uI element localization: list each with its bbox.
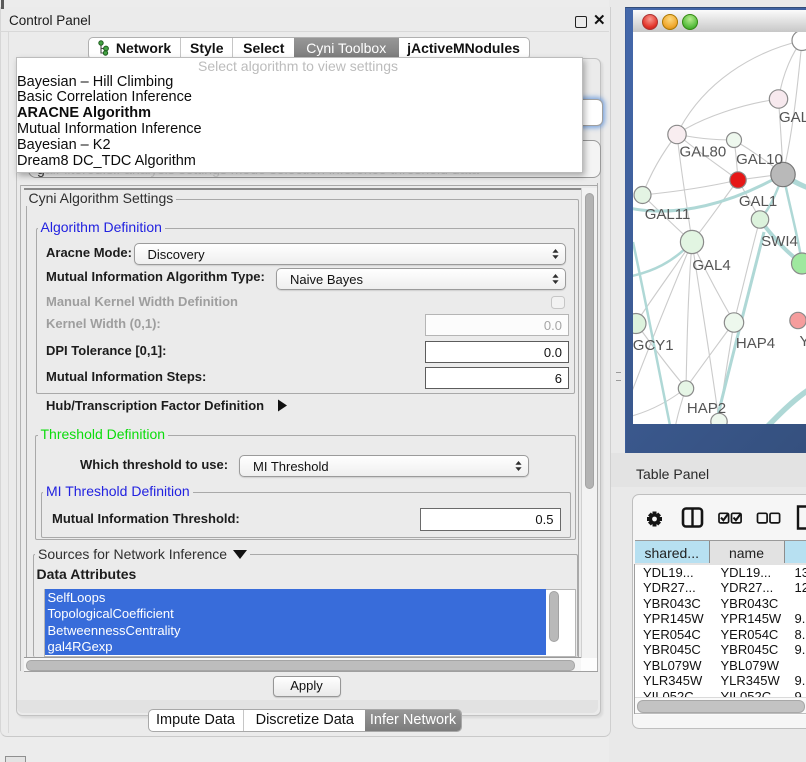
svg-text:GCY1: GCY1 (633, 337, 674, 354)
svg-text:SWI4: SWI4 (761, 233, 798, 250)
svg-text:HAP2: HAP2 (687, 400, 726, 417)
svg-text:GAL11: GAL11 (645, 206, 691, 223)
svg-text:GAL80: GAL80 (680, 143, 727, 160)
svg-text:GAL10: GAL10 (736, 151, 783, 168)
svg-text:GAL7: GAL7 (779, 109, 806, 126)
svg-text:HAP4: HAP4 (736, 335, 775, 352)
svg-text:GAL1: GAL1 (739, 193, 777, 210)
svg-text:GAL4: GAL4 (692, 257, 730, 274)
svg-text:Y: Y (800, 333, 806, 350)
